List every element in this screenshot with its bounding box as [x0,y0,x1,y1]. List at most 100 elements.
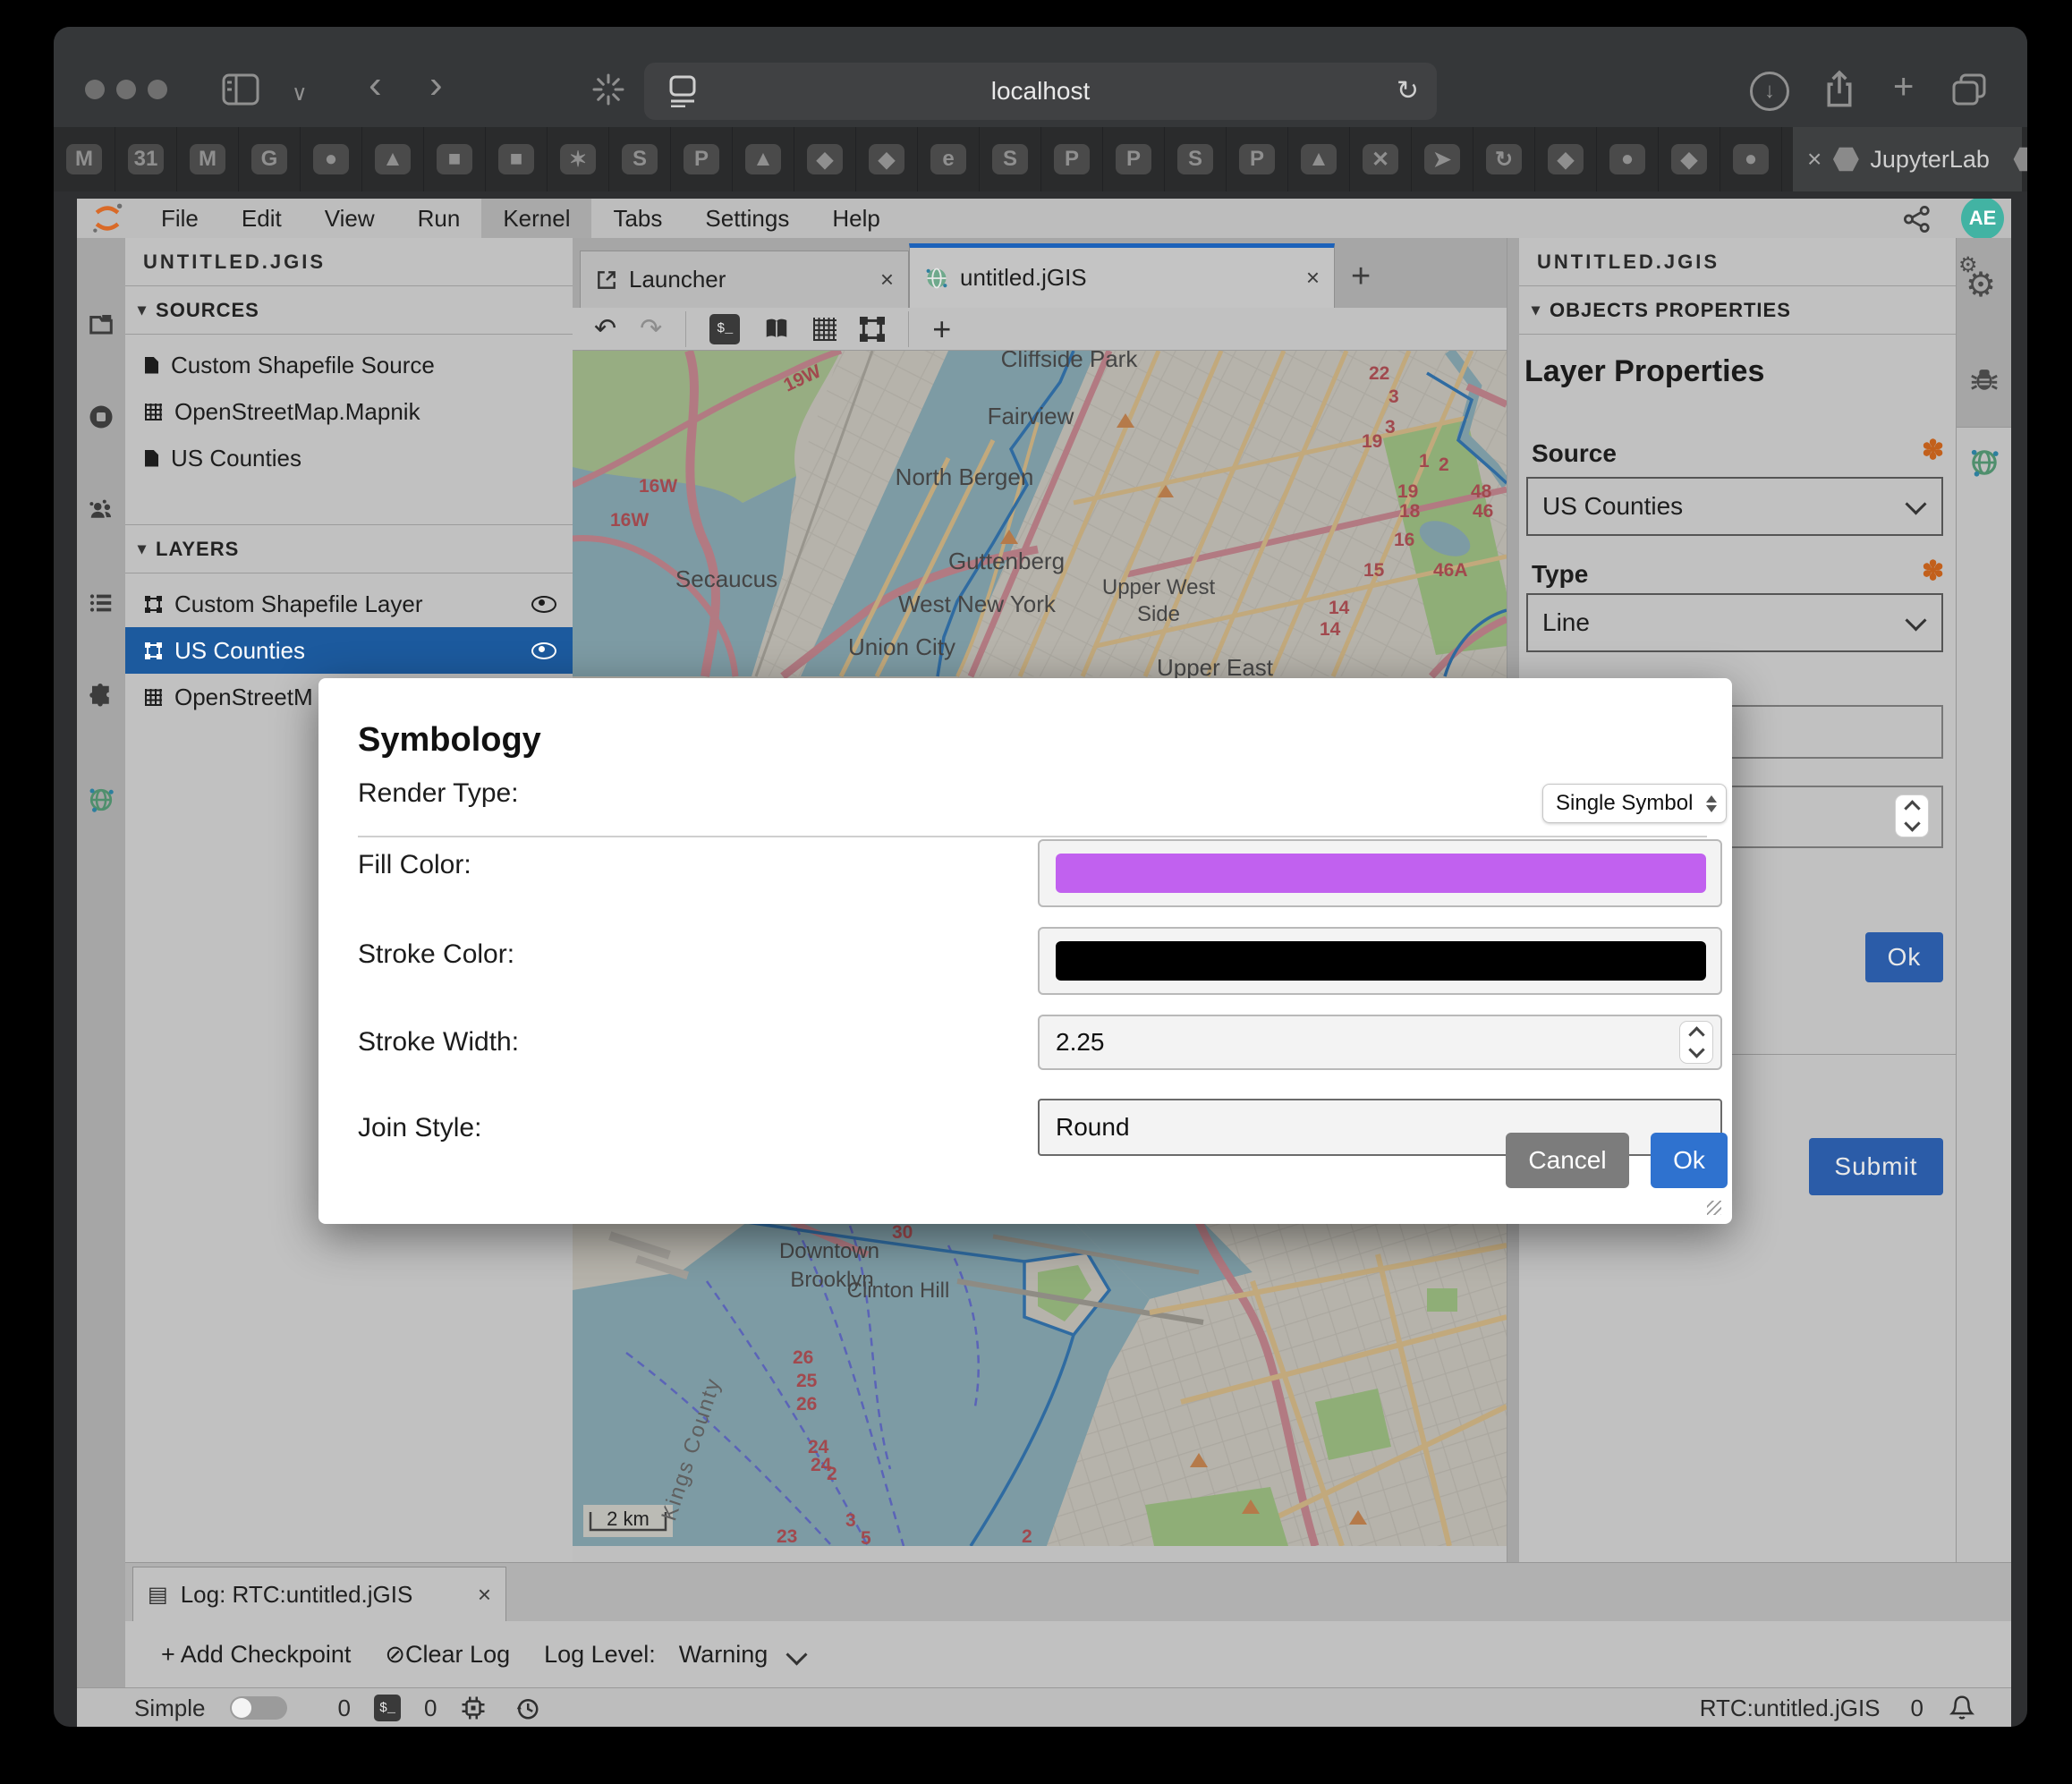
favicon-bookmark[interactable]: P [1041,127,1103,191]
number-stepper[interactable] [1679,1021,1713,1064]
extensions-icon[interactable] [88,683,115,709]
close-icon[interactable]: × [1807,145,1821,174]
menu-help[interactable]: Help [811,199,901,238]
redo-icon[interactable]: ↷ [640,316,662,343]
active-browser-tab[interactable]: × JupyterLab [1793,127,2022,191]
fill-color-input[interactable] [1038,839,1722,907]
favicon-bookmark[interactable]: G [239,127,301,191]
sources-section-header[interactable]: ▾ SOURCES [125,286,573,335]
layer-item-selected[interactable]: US Counties [125,627,573,674]
running-sessions-icon[interactable] [88,404,115,430]
favicon-bookmark[interactable]: M [177,127,239,191]
favicon-bookmark[interactable]: ● [1597,127,1659,191]
menu-run[interactable]: Run [396,199,482,238]
type-select[interactable]: Line [1526,593,1943,652]
favicon-bookmark[interactable]: ◆ [794,127,856,191]
stroke-color-input[interactable] [1038,927,1722,995]
log-tab[interactable]: ▤ Log: RTC:untitled.jGIS × [132,1567,506,1622]
favicon-bookmark[interactable]: ▲ [362,127,424,191]
bell-icon[interactable] [1949,1694,1975,1722]
favicon-bookmark[interactable]: ✶ [548,127,609,191]
zoom-window-button[interactable] [148,80,167,99]
favicon-bookmark[interactable]: ■ [424,127,486,191]
new-tab-plus-icon[interactable]: + [1351,258,1371,296]
jupytergis-globe-icon[interactable] [1969,447,2000,478]
share-document-icon[interactable] [1902,206,1932,233]
file-browser-icon[interactable] [88,310,115,337]
kernels-count[interactable]: 0 [337,1695,350,1722]
terminals-icon[interactable]: $_ [374,1695,401,1721]
favicon-bookmark[interactable]: ◆ [1659,127,1720,191]
source-item[interactable]: OpenStreetMap.Mapnik [125,388,573,435]
favicon-bookmark[interactable]: ■ [486,127,548,191]
cancel-button[interactable]: Cancel [1506,1133,1629,1188]
favicon-bookmark[interactable]: ● [1720,127,1782,191]
favicon-bookmark[interactable]: ▲ [1288,127,1350,191]
cpu-chip-icon[interactable] [460,1695,487,1721]
favicon-bookmark[interactable]: ▲ [733,127,794,191]
reload-icon[interactable]: ↻ [1397,75,1419,106]
favicon-bookmark[interactable]: ↻ [1473,127,1535,191]
favicon-bookmark[interactable]: ● [301,127,362,191]
favicon-bookmark[interactable]: P [1103,127,1165,191]
stroke-width-input[interactable]: 2.25 [1038,1015,1722,1070]
debugger-bug-icon[interactable] [1969,363,2000,394]
collaboration-icon[interactable] [88,497,115,523]
add-checkpoint-button[interactable]: + Add Checkpoint [161,1641,351,1669]
favicon-bookmark[interactable]: ◆ [1535,127,1597,191]
menu-view[interactable]: View [303,199,396,238]
visibility-eye-icon[interactable] [531,596,556,613]
console-icon[interactable]: $_ [709,314,740,344]
minimize-window-button[interactable] [116,80,136,99]
downloads-icon[interactable]: ↓ [1750,72,1789,111]
source-item[interactable]: Custom Shapefile Source [125,342,573,388]
panel-ok-button[interactable]: Ok [1865,932,1943,982]
sidebar-toggle-icon[interactable] [222,73,259,106]
menu-settings[interactable]: Settings [684,199,811,238]
notifications-count[interactable]: 0 [1911,1695,1923,1722]
history-clock-icon[interactable] [514,1695,540,1721]
address-bar[interactable]: localhost ↻ [644,63,1437,120]
url-text[interactable]: localhost [644,77,1437,106]
stroke-color-swatch[interactable] [1056,941,1706,981]
vector-layer-tool-icon[interactable] [860,317,885,342]
undo-icon[interactable]: ↶ [594,316,616,343]
menu-tabs[interactable]: Tabs [591,199,684,238]
tab-untitled-jgis[interactable]: untitled.jGIS × [909,243,1335,308]
back-button[interactable]: ‹ [369,70,382,100]
favicon-bookmark[interactable]: S [609,127,671,191]
basemap-book-icon[interactable] [763,316,790,343]
favicon-bookmark[interactable]: 31 [115,127,177,191]
close-icon[interactable]: × [478,1581,491,1609]
favicon-bookmark[interactable]: P [1227,127,1288,191]
close-window-button[interactable] [85,80,105,99]
fill-color-swatch[interactable] [1056,854,1706,893]
terminals-count[interactable]: 0 [424,1695,437,1722]
ok-button[interactable]: Ok [1651,1133,1728,1188]
objects-properties-header[interactable]: ▾ OBJECTS PROPERTIES [1519,286,1956,335]
layers-section-header[interactable]: ▾ LAYERS [125,525,573,573]
forward-button[interactable]: › [429,70,443,100]
chevron-down-icon[interactable]: ∨ [292,79,308,109]
add-layer-plus-icon[interactable]: + [932,316,951,343]
user-avatar[interactable]: AE [1961,199,2004,240]
favicon-bookmark[interactable]: S [980,127,1041,191]
menu-file[interactable]: File [140,199,220,238]
submit-button[interactable]: Submit [1809,1138,1943,1195]
tab-launcher[interactable]: Launcher × [580,251,909,308]
log-level-select[interactable]: Warning [679,1641,769,1669]
rtc-status-label[interactable]: RTC:untitled.jGIS [1700,1695,1881,1722]
render-type-select[interactable]: Single Symbol [1542,784,1727,823]
table-of-contents-icon[interactable] [88,590,115,616]
favicon-bookmark[interactable]: ✕ [1350,127,1412,191]
source-item[interactable]: US Counties [125,435,573,481]
jupytergis-globe-icon[interactable] [88,786,115,813]
simple-mode-toggle[interactable] [230,1696,287,1720]
clear-log-button[interactable]: ⊘Clear Log [385,1641,510,1669]
resize-handle[interactable] [1707,1201,1721,1215]
close-icon[interactable]: × [880,266,894,293]
tab-overview-icon[interactable] [1952,73,1986,106]
visibility-eye-icon[interactable] [531,642,556,659]
raster-layer-tool-icon[interactable] [813,318,836,341]
property-inspector-icon[interactable]: ⚙⚙ [1966,265,1996,305]
